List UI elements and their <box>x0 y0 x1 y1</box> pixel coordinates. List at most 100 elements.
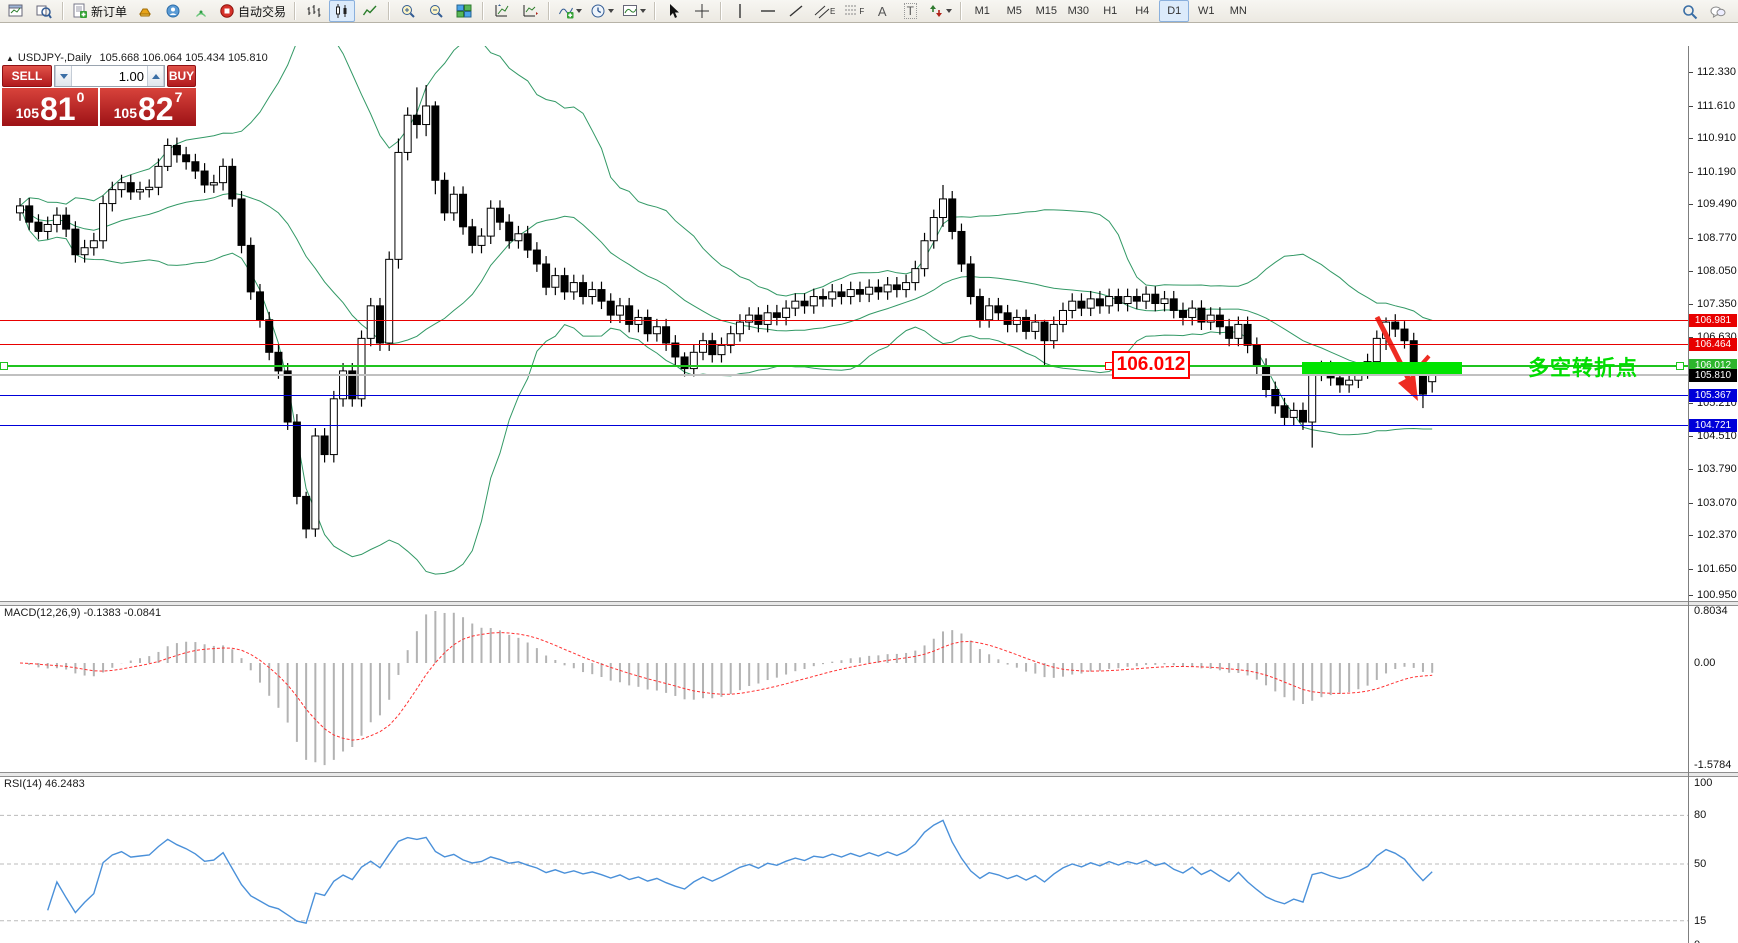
pane-splitter-rsi[interactable] <box>0 772 1738 777</box>
label-tool-button[interactable]: T <box>897 0 923 22</box>
autotrading-button[interactable]: 自动交易 <box>216 0 289 22</box>
timeframe-button-h1[interactable]: H1 <box>1095 0 1125 22</box>
volume-input[interactable] <box>72 66 147 86</box>
periods-dropdown-caret[interactable] <box>608 9 615 13</box>
chat-button[interactable] <box>1705 1 1731 23</box>
candle-bull <box>652 326 661 335</box>
chart-shift-button[interactable] <box>517 0 543 22</box>
vertical-line-icon <box>739 4 741 18</box>
timeframe-button-h4[interactable]: H4 <box>1127 0 1157 22</box>
price-badge-104.721: 104.721 <box>1689 419 1737 433</box>
sell-price-sup: 0 <box>76 89 85 105</box>
support-highlight-bar[interactable] <box>1302 362 1462 374</box>
candle-bull <box>486 207 495 237</box>
price-tick-label: 101.650 <box>1697 562 1737 575</box>
timeframe-button-mn[interactable]: MN <box>1223 0 1253 22</box>
candle-bear <box>1077 300 1086 309</box>
price-tick-mark <box>1689 72 1693 73</box>
candle-bear <box>1003 312 1012 325</box>
rsi-tick-label: 15 <box>1694 914 1707 927</box>
candle-bear <box>800 300 809 307</box>
auto-arrange-button[interactable] <box>489 0 515 22</box>
search-button[interactable] <box>1677 1 1703 23</box>
arrows-dropdown-caret[interactable] <box>946 9 953 13</box>
sell-button[interactable]: SELL <box>2 65 52 87</box>
hline-handle-left[interactable] <box>0 362 8 370</box>
candle-bear <box>1298 409 1307 423</box>
toolbar-separator <box>388 2 391 20</box>
profiles-button[interactable] <box>31 0 57 22</box>
templates-dropdown-caret[interactable] <box>640 9 647 13</box>
market-button[interactable] <box>132 0 158 22</box>
candlestick-chart-button[interactable] <box>329 0 356 22</box>
candle-bear <box>459 193 468 228</box>
new-order-label: 新订单 <box>91 4 128 19</box>
hline-handle-right[interactable] <box>1676 362 1684 370</box>
candle-bear <box>182 154 191 163</box>
horizontal-line-tool-button[interactable] <box>755 0 781 22</box>
candle-bull <box>782 307 791 318</box>
line-chart-button[interactable] <box>357 0 383 22</box>
pane-splitter-macd[interactable] <box>0 601 1738 606</box>
price-line-106.464[interactable] <box>0 344 1688 346</box>
indicators-button[interactable] <box>555 0 585 22</box>
timeframe-button-m1[interactable]: M1 <box>967 0 997 22</box>
buy-price-display[interactable]: 105 82 7 <box>100 88 196 126</box>
down-arrow-head[interactable] <box>1398 374 1418 401</box>
crosshair-tool-button[interactable] <box>689 0 715 22</box>
timeframe-button-d1[interactable]: D1 <box>1159 0 1190 22</box>
new-chart-button[interactable] <box>3 0 29 22</box>
chart-area[interactable]: ▲ USDJPY-,Daily 105.668 106.064 105.434 10… <box>0 23 1738 943</box>
zoom-in-button[interactable] <box>395 0 421 22</box>
macd-label: MACD(12,26,9) -0.1383 -0.0841 <box>4 607 162 619</box>
channel-icon <box>814 5 830 19</box>
price-line-104.721[interactable] <box>0 425 1688 427</box>
tile-windows-icon <box>456 4 472 18</box>
search-icon <box>1683 5 1698 20</box>
periods-button[interactable] <box>587 0 617 22</box>
candle-bull <box>809 296 818 307</box>
candle-bull <box>1058 309 1067 325</box>
timeframe-button-m30[interactable]: M30 <box>1063 0 1093 22</box>
price-tick-label: 100.950 <box>1697 589 1737 601</box>
tile-windows-button[interactable] <box>451 0 477 22</box>
candle-bull <box>865 286 874 295</box>
zoom-out-button[interactable] <box>423 0 449 22</box>
signals-button[interactable] <box>188 0 214 22</box>
trendline-tool-button[interactable] <box>783 0 809 22</box>
timeframe-button-m5[interactable]: M5 <box>999 0 1029 22</box>
volume-increase-button[interactable] <box>147 66 164 86</box>
arrows-tool-button[interactable] <box>925 0 955 22</box>
vertical-line-tool-button[interactable] <box>727 0 753 22</box>
new-order-button[interactable]: 新订单 <box>69 0 130 22</box>
chart-canvas <box>0 46 1688 925</box>
cursor-tool-button[interactable] <box>661 0 687 22</box>
timeframe-button-m15[interactable]: M15 <box>1031 0 1061 22</box>
text-tool-icon: A <box>877 3 887 19</box>
templates-button[interactable] <box>619 0 649 22</box>
candle-bull <box>699 340 708 353</box>
candle-bull <box>828 291 837 300</box>
channel-tool-button[interactable]: E <box>811 0 838 22</box>
price-label-handle[interactable] <box>1105 362 1113 370</box>
price-tick-mark <box>1689 105 1693 107</box>
candle-bull <box>1049 323 1058 342</box>
community-button[interactable] <box>160 0 186 22</box>
arrow-down-icon <box>59 73 68 79</box>
bar-chart-button[interactable] <box>301 0 327 22</box>
indicators-dropdown-caret[interactable] <box>576 9 583 13</box>
fibonacci-tool-button[interactable]: F <box>840 0 867 22</box>
text-tool-button[interactable]: A <box>869 0 895 22</box>
price-line-106.981[interactable] <box>0 320 1688 322</box>
candle-bull <box>791 300 800 309</box>
price-line-105.367[interactable] <box>0 395 1688 397</box>
price-line-105.810[interactable] <box>0 374 1688 377</box>
price-tick-label: 102.370 <box>1697 529 1737 541</box>
price-level-label[interactable]: 106.012 <box>1112 351 1190 379</box>
volume-decrease-button[interactable] <box>55 66 72 86</box>
turning-point-annotation[interactable]: 多空转折点 <box>1528 352 1638 382</box>
timeframe-button-w1[interactable]: W1 <box>1191 0 1221 22</box>
candle-bull <box>16 205 24 214</box>
sell-price-display[interactable]: 105 81 0 <box>2 88 98 126</box>
buy-button[interactable]: BUY <box>167 65 196 87</box>
